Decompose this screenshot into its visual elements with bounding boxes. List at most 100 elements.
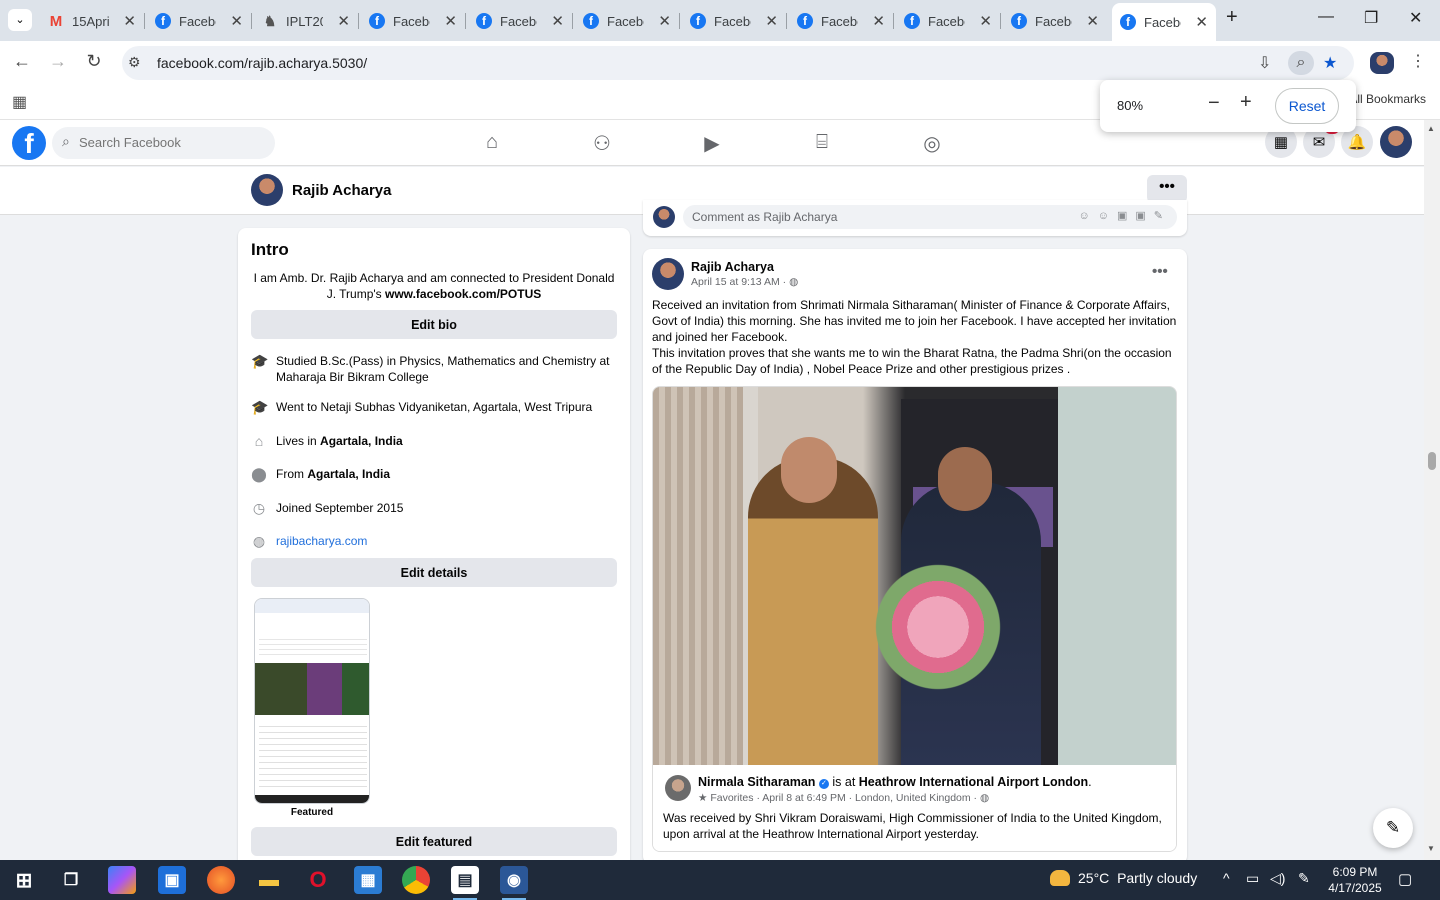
shared-author[interactable]: Nirmala Sitharaman xyxy=(698,775,815,789)
scroll-up-arrow-icon[interactable]: ▲ xyxy=(1427,124,1435,133)
tab-close-icon[interactable]: ✕ xyxy=(551,12,564,30)
windows-start-icon[interactable]: ⊞ xyxy=(10,866,38,894)
tab-close-icon[interactable]: ✕ xyxy=(979,12,992,30)
install-app-icon[interactable]: ⇩ xyxy=(1258,53,1271,73)
tab-close-icon[interactable]: ✕ xyxy=(444,12,457,30)
tab-close-icon[interactable]: ✕ xyxy=(230,12,243,30)
minimize-button[interactable]: — xyxy=(1318,8,1334,26)
bookmark-star-icon[interactable]: ★ xyxy=(1323,53,1337,73)
comment-tools-icons[interactable]: ☺☺▣▣✎ xyxy=(1079,209,1171,222)
opera-icon[interactable]: O xyxy=(304,866,332,894)
tab-close-icon[interactable]: ✕ xyxy=(872,12,885,30)
scrollbar-thumb[interactable] xyxy=(1428,452,1436,470)
restore-button[interactable]: ❐ xyxy=(1364,8,1378,28)
browser-menu-icon[interactable]: ⋮ xyxy=(1406,51,1430,71)
graduation-cap-icon: 🎓 xyxy=(251,353,269,369)
apps-grid-icon[interactable]: ▦ xyxy=(12,92,27,112)
new-message-compose-button[interactable]: ✎ xyxy=(1373,808,1413,848)
tab-search-button[interactable]: ⌄ xyxy=(8,9,32,31)
featured-thumbnail[interactable] xyxy=(254,598,370,804)
notification-center-icon[interactable]: ▢ xyxy=(1398,870,1412,888)
website-link[interactable]: rajibacharya.com xyxy=(276,533,611,549)
notepad-icon[interactable]: ▤ xyxy=(451,866,479,900)
post-author[interactable]: Rajib Acharya xyxy=(691,260,774,274)
browser-tab[interactable]: f Facebook ✕ xyxy=(468,6,573,36)
copilot-icon[interactable] xyxy=(108,866,136,894)
comment-input[interactable]: Comment as Rajib Acharya ☺☺▣▣✎ xyxy=(683,205,1177,229)
shared-meta-text[interactable]: Favorites · April 8 at 6:49 PM · London,… xyxy=(710,792,980,804)
tab-close-icon[interactable]: ✕ xyxy=(337,12,350,30)
post-options-button[interactable]: ••• xyxy=(1152,263,1168,280)
forward-button[interactable]: → xyxy=(46,51,70,72)
friends-nav-icon[interactable]: ⚇ xyxy=(590,131,614,155)
home-nav-icon[interactable]: ⌂ xyxy=(480,131,504,155)
detail-city[interactable]: Agartala, India xyxy=(320,434,403,448)
search-box[interactable]: ⌕ xyxy=(52,127,275,159)
browser-tab[interactable]: f Facebook ✕ xyxy=(1003,6,1107,36)
groups-nav-icon[interactable]: ◎ xyxy=(920,131,944,155)
weather-widget[interactable]: 25°C Partly cloudy xyxy=(1050,870,1197,886)
profile-more-button[interactable]: ••• xyxy=(1147,175,1187,203)
site-info-icon[interactable]: ⚙ xyxy=(128,54,141,71)
close-window-button[interactable]: ✕ xyxy=(1409,8,1422,28)
post-author-avatar[interactable] xyxy=(652,258,684,290)
browser-tab[interactable]: f Facebook ✕ xyxy=(682,6,787,36)
taskbar-clock[interactable]: 6:09 PM 4/17/2025 xyxy=(1318,864,1392,896)
detail-city[interactable]: Agartala, India xyxy=(307,467,390,481)
browser-tab[interactable]: f Facebook ✕ xyxy=(361,6,466,36)
url-text[interactable]: facebook.com/rajib.acharya.5030/ xyxy=(157,55,367,71)
page-scrollbar[interactable]: ▲ ▼ xyxy=(1424,120,1440,860)
post-timestamp[interactable]: April 15 at 9:13 AM · xyxy=(691,276,789,288)
file-explorer-icon[interactable]: ▬ xyxy=(255,866,283,894)
tab-close-icon[interactable]: ✕ xyxy=(1195,13,1208,31)
zoom-out-button[interactable]: − xyxy=(1208,92,1220,115)
tab-close-icon[interactable]: ✕ xyxy=(765,12,778,30)
show-hidden-icons-chevron-icon[interactable]: ^ xyxy=(1223,870,1230,886)
browser-tab[interactable]: M 15April ✕ xyxy=(40,6,145,36)
firefox-icon[interactable] xyxy=(207,866,235,894)
shared-author-avatar[interactable] xyxy=(665,775,691,801)
browser-tab[interactable]: f Facebook ✕ xyxy=(1112,3,1216,41)
zoom-reset-button[interactable]: Reset xyxy=(1275,88,1339,124)
shared-post[interactable]: Nirmala Sitharaman ✓ is at Heathrow Inte… xyxy=(652,386,1177,852)
edit-details-button[interactable]: Edit details xyxy=(251,558,617,587)
tab-close-icon[interactable]: ✕ xyxy=(1086,12,1099,30)
browser-tab[interactable]: f Facebook ✕ xyxy=(896,6,1001,36)
browser-profile-avatar[interactable] xyxy=(1370,52,1394,74)
edit-featured-button[interactable]: Edit featured xyxy=(251,827,617,856)
shared-place[interactable]: Heathrow International Airport London xyxy=(859,775,1088,789)
store-icon[interactable]: ▦ xyxy=(354,866,382,894)
tab-close-icon[interactable]: ✕ xyxy=(658,12,671,30)
zoom-icon[interactable]: ⌕ xyxy=(1288,51,1314,75)
back-button[interactable]: ← xyxy=(10,51,34,72)
profile-avatar[interactable] xyxy=(251,174,283,206)
address-bar[interactable]: ⚙ facebook.com/rajib.acharya.5030/ ⇩ ⌕ ★ xyxy=(122,46,1354,80)
zoom-in-button[interactable]: + xyxy=(1240,91,1252,114)
browser-tab[interactable]: f Facebook ✕ xyxy=(147,6,252,36)
browser-tab[interactable]: f Facebook ✕ xyxy=(575,6,680,36)
facebook-logo-icon[interactable]: f xyxy=(12,126,46,160)
pen-icon[interactable]: ✎ xyxy=(1298,870,1310,887)
chrome-icon[interactable] xyxy=(402,866,430,894)
capture-tool-icon[interactable]: ◉ xyxy=(500,866,528,900)
reload-button[interactable]: ↻ xyxy=(82,51,106,72)
edit-bio-button[interactable]: Edit bio xyxy=(251,310,617,339)
browser-tab[interactable]: ♞ IPLT20 ✕ xyxy=(254,6,359,36)
video-nav-icon[interactable]: ▶ xyxy=(700,131,724,155)
bio-link[interactable]: www.facebook.com/POTUS xyxy=(385,287,541,301)
tab-close-icon[interactable]: ✕ xyxy=(123,12,136,30)
tab-title: Facebook xyxy=(1035,13,1072,29)
profile-name[interactable]: Rajib Acharya xyxy=(292,182,392,199)
account-avatar[interactable] xyxy=(1380,126,1412,158)
all-bookmarks-button[interactable]: All Bookmarks xyxy=(1349,92,1426,106)
post-photo[interactable] xyxy=(653,387,1176,765)
scroll-down-arrow-icon[interactable]: ▼ xyxy=(1427,844,1435,853)
network-icon[interactable]: ▭ xyxy=(1246,870,1259,887)
task-view-icon[interactable]: ❐ xyxy=(57,866,85,894)
search-input[interactable] xyxy=(79,135,259,150)
new-tab-button[interactable]: + xyxy=(1226,6,1238,29)
browser-tab[interactable]: f Facebook ✕ xyxy=(789,6,894,36)
marketplace-nav-icon[interactable]: ⌸ xyxy=(810,131,834,155)
volume-icon[interactable]: ◁) xyxy=(1270,870,1285,887)
chat-app-icon[interactable]: ▣ xyxy=(158,866,186,894)
